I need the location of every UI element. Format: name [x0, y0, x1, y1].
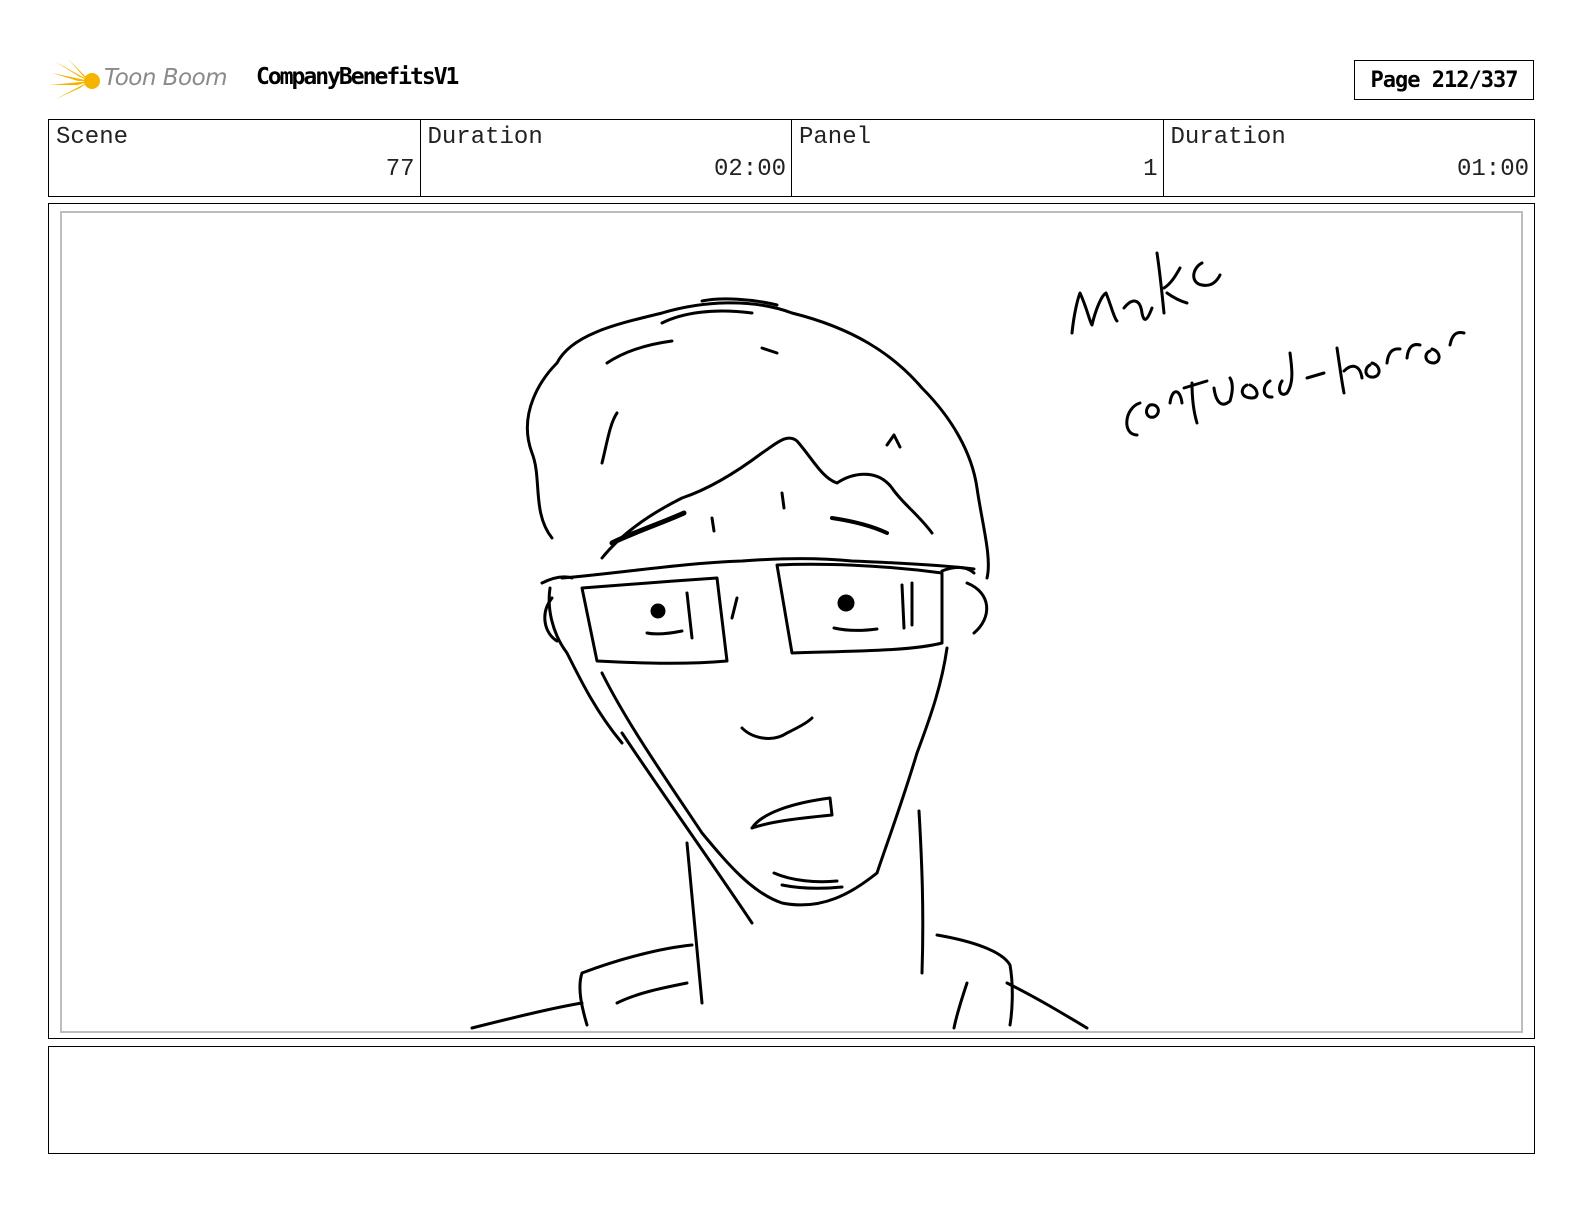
- hoodie-collar-right: [935, 933, 1014, 1027]
- panel-value: 1: [1143, 156, 1158, 183]
- shoulder-left: [470, 1001, 584, 1030]
- panel-duration-value: 01:00: [1456, 156, 1529, 183]
- hair-top-strands: [605, 297, 779, 365]
- glasses-left-arm: [540, 575, 574, 585]
- note-word-confused-horror: [1125, 331, 1466, 437]
- hoodie-string: [615, 981, 969, 1030]
- glasses-right-arm: [940, 565, 976, 575]
- storyboard-panel-frame: make confused-horror: [48, 203, 1535, 1039]
- glasses-right-lens: [775, 562, 944, 655]
- toon-boom-logo: Toon Boom: [50, 55, 240, 107]
- right-ear: [965, 581, 989, 635]
- hair-strand-right: [885, 433, 902, 449]
- project-title: CompanyBenefitsV1: [256, 64, 459, 90]
- neck-right: [917, 809, 925, 975]
- hair-strand-mid: [710, 491, 786, 533]
- note-word-make: [1070, 251, 1222, 335]
- panel-cell: Panel 1: [792, 120, 1164, 196]
- scene-label: Scene: [56, 124, 129, 151]
- glasses-left-lens: [580, 576, 729, 665]
- right-eye-pupil: [837, 594, 855, 612]
- shoulder-right: [1005, 981, 1089, 1030]
- left-eye-shading: [685, 591, 739, 640]
- mouth: [750, 796, 834, 830]
- panel-label: Panel: [799, 124, 872, 151]
- right-eye-lower: [832, 626, 879, 632]
- page-counter: Page 212/337: [1354, 60, 1534, 100]
- right-eyebrow: [830, 516, 889, 535]
- left-eye-lower: [645, 629, 684, 636]
- character-sketch: [470, 251, 1466, 1030]
- neck-shadow: [620, 731, 754, 925]
- panel-duration-label: Duration: [1170, 124, 1286, 151]
- logo-text: Toon Boom: [104, 65, 228, 91]
- face-jaw: [600, 671, 879, 907]
- scene-cell: Scene 77: [49, 120, 421, 196]
- left-eye-pupil: [650, 603, 666, 619]
- neck-left: [685, 841, 704, 1005]
- scene-value: 77: [385, 156, 415, 183]
- face-right-side: [875, 646, 949, 875]
- starburst-icon: [50, 59, 100, 105]
- right-eye-shading: [900, 581, 914, 630]
- hair-fringe: [600, 436, 934, 560]
- scene-duration-label: Duration: [427, 124, 543, 151]
- chin-lines: [772, 871, 844, 890]
- scene-duration-value: 02:00: [713, 156, 786, 183]
- hair-strand-left: [600, 411, 619, 465]
- storyboard-panel-image: make confused-horror: [60, 211, 1523, 1033]
- info-row: Scene 77 Duration 02:00 Panel 1 Duration…: [48, 119, 1535, 197]
- panel-notes-box[interactable]: [48, 1046, 1535, 1154]
- hair-outline: [525, 301, 990, 580]
- scene-duration-cell: Duration 02:00: [421, 120, 792, 196]
- panel-duration-cell: Duration 01:00: [1164, 120, 1535, 196]
- nose: [740, 716, 814, 740]
